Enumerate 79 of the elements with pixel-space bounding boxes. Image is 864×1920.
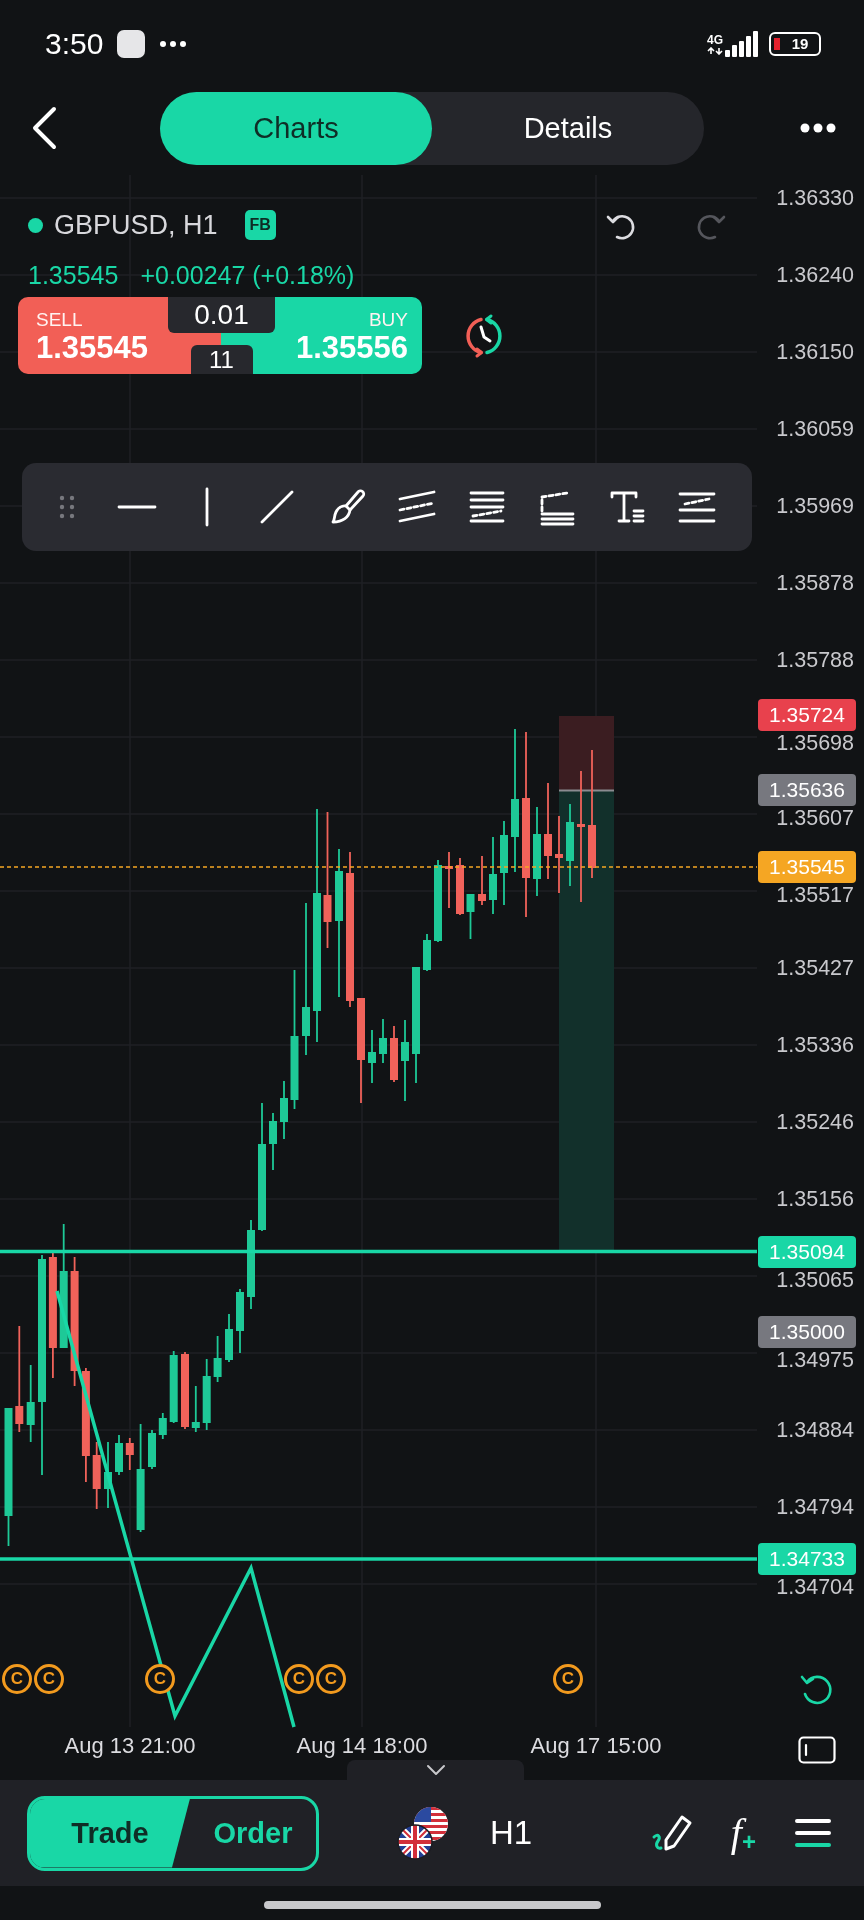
- price-tag: 1.35636: [758, 773, 856, 806]
- bearish-candle: [478, 855, 486, 906]
- bullish-candle: [158, 1412, 167, 1440]
- battery-indicator: 19: [769, 32, 821, 56]
- bearish-candle: [92, 1441, 101, 1510]
- time-axis-label: Aug 17 15:00: [530, 1734, 662, 1758]
- signal-icon: [725, 31, 759, 57]
- bullish-candle: [379, 1018, 387, 1064]
- price-tag: 1.35724: [758, 699, 856, 731]
- price-change: +0.00247 (+0.18%): [140, 260, 355, 290]
- bullish-candle: [225, 1313, 233, 1363]
- network-type-label: 4G: [707, 33, 723, 47]
- price-axis-label: 1.35517: [776, 884, 854, 906]
- event-marker[interactable]: C: [34, 1664, 64, 1694]
- symbol-badge: FB: [244, 210, 276, 240]
- price-axis-label: 1.35607: [776, 806, 854, 829]
- bullish-candle: [423, 933, 431, 972]
- price-tag: 1.35545: [758, 851, 856, 883]
- data-activity-icon: [707, 46, 723, 55]
- bullish-candle: [280, 1080, 288, 1140]
- more-icon[interactable]: [800, 123, 836, 133]
- timeframe-selector[interactable]: H1: [490, 1814, 533, 1852]
- last-price: 1.35545: [28, 260, 119, 290]
- bearish-candle: [445, 851, 453, 909]
- bullish-candle: [148, 1429, 156, 1470]
- price-axis-label: 1.36150: [776, 341, 854, 363]
- header-tab[interactable]: Charts: [160, 91, 432, 165]
- bullish-candle: [213, 1335, 222, 1383]
- bearish-candle: [390, 1025, 398, 1083]
- price-axis-label: 1.35969: [776, 495, 854, 517]
- price-axis-label: 1.34794: [776, 1496, 854, 1518]
- event-marker[interactable]: C: [284, 1664, 314, 1694]
- bearish-candle: [456, 857, 464, 916]
- price-axis-label: 1.34884: [776, 1419, 854, 1441]
- event-marker[interactable]: C: [553, 1664, 583, 1694]
- time-axis-label: Aug 14 18:00: [296, 1734, 428, 1758]
- bearish-candle: [125, 1437, 134, 1471]
- price-axis-label: 1.35698: [776, 732, 854, 754]
- event-marker[interactable]: C: [316, 1664, 346, 1694]
- back-icon[interactable]: [30, 106, 58, 150]
- bullish-candle: [236, 1288, 244, 1354]
- event-marker[interactable]: C: [2, 1664, 32, 1694]
- bullish-candle: [466, 893, 475, 940]
- price-axis-label: 1.35065: [776, 1268, 854, 1291]
- price-axis-label: 1.36240: [776, 264, 854, 286]
- lot-size-field[interactable]: 0.01: [168, 297, 275, 333]
- notification-dots-icon: [159, 40, 188, 48]
- bullish-candle: [115, 1434, 123, 1476]
- price-axis-label: 1.35336: [776, 1034, 854, 1056]
- app-notification-icon: [117, 30, 146, 58]
- header-tab[interactable]: Details: [432, 91, 704, 165]
- entry-line: [558, 789, 615, 792]
- menu-icon[interactable]: [795, 1818, 831, 1848]
- mode-tab[interactable]: Order: [190, 1798, 316, 1868]
- bullish-candle: [191, 1385, 200, 1433]
- price-axis-label: 1.36059: [776, 418, 854, 440]
- indicators-button[interactable]: f+: [730, 1813, 756, 1853]
- status-time: 3:50: [45, 27, 104, 61]
- price-axis-label: 1.35878: [776, 572, 854, 594]
- price-tag: 1.35000: [758, 1315, 856, 1348]
- status-dot-icon: [28, 217, 43, 233]
- price-tag: 1.35094: [758, 1235, 856, 1268]
- price-axis-label: 1.36330: [776, 187, 854, 209]
- price-axis-label: 1.35246: [776, 1111, 854, 1133]
- bullish-candle: [269, 1112, 277, 1171]
- price-tag: 1.34733: [758, 1543, 856, 1575]
- price-axis-label: 1.35788: [776, 649, 854, 671]
- price-axis-label: 1.35156: [776, 1188, 854, 1210]
- event-marker[interactable]: C: [145, 1664, 175, 1694]
- price-axis-label: 1.34975: [776, 1348, 854, 1371]
- symbol-title: GBPUSD, H1: [54, 209, 218, 241]
- price-axis-label: 1.35427: [776, 957, 854, 979]
- bullish-candle: [368, 1029, 376, 1084]
- spread-label: 11: [190, 345, 253, 374]
- panel-icon[interactable]: [798, 1736, 836, 1764]
- price-axis-label: 1.34704: [776, 1576, 854, 1598]
- time-axis-label: Aug 13 21:00: [64, 1734, 196, 1758]
- caret-icon: [425, 1764, 446, 1776]
- mode-tab[interactable]: Trade: [30, 1798, 190, 1868]
